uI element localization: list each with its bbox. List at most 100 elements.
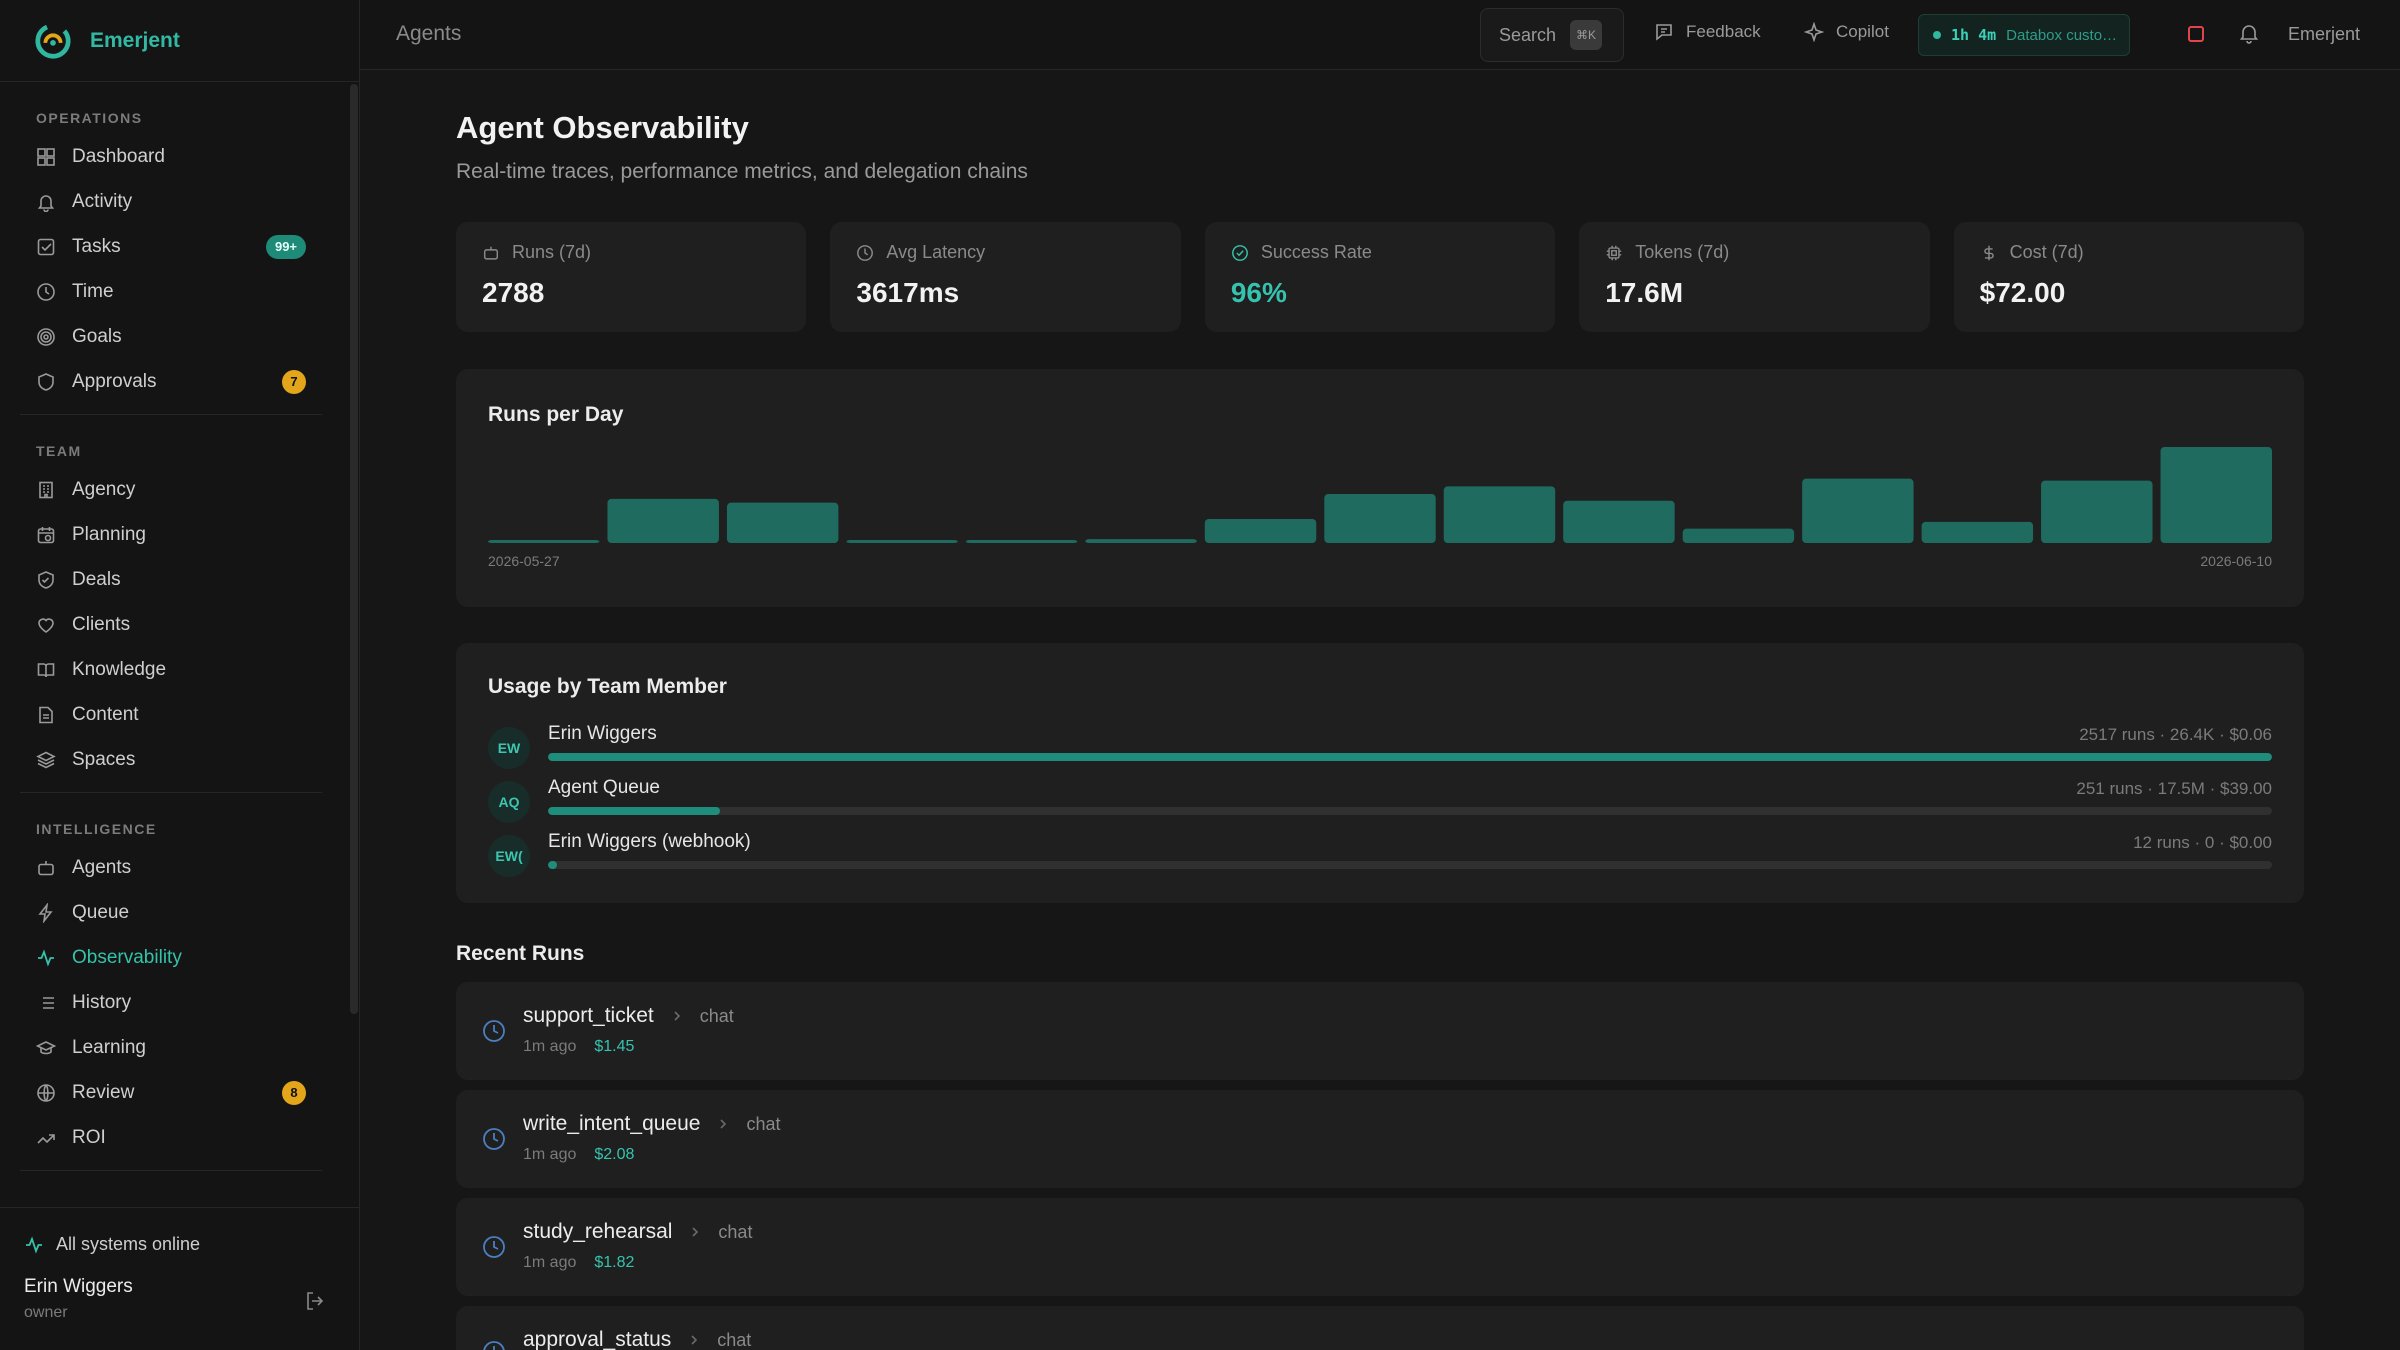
sidebar-item-observability[interactable]: Observability (0, 935, 350, 980)
sidebar-item-review[interactable]: Review 8 (0, 1070, 350, 1115)
run-row[interactable]: study_rehearsal chat 1m ago $1.82 (456, 1198, 2304, 1296)
run-row[interactable]: write_intent_queue chat 1m ago $2.08 (456, 1090, 2304, 1188)
chart-bar-2026-06-05[interactable] (1563, 500, 1675, 543)
stat-label: Runs (7d) (512, 242, 592, 262)
chart-bar-2026-06-08[interactable] (1921, 521, 2034, 543)
chart-bar-2026-06-06[interactable] (1682, 528, 1795, 543)
message-square-icon (1656, 24, 1672, 41)
member-row[interactable]: EW( Erin Wiggers (webhook) 12 runs · 0 ·… (488, 831, 2272, 879)
sidebar-item-spaces[interactable]: Spaces (0, 737, 350, 782)
chevron-right-icon (691, 1335, 698, 1345)
running-timer[interactable]: 1h 4m Databox custom m... (1918, 14, 2130, 56)
layers-icon (36, 751, 56, 768)
chart-bar-2026-06-10[interactable] (2160, 447, 2272, 543)
nav-section-title: INTELLIGENCE (36, 821, 157, 837)
member-name: Erin Wiggers (webhook) (548, 831, 751, 852)
clock-icon (483, 1341, 505, 1350)
brand[interactable]: Emerjent (0, 0, 359, 82)
chart-title: Runs per Day (488, 403, 624, 426)
chart-bar-2026-06-03[interactable] (1324, 494, 1436, 543)
chart-bar-2026-05-30[interactable] (846, 540, 958, 543)
sidebar-item-clients[interactable]: Clients (0, 602, 350, 647)
member-row[interactable]: EW Erin Wiggers 2517 runs · 26.4K · $0.0… (488, 723, 2272, 771)
sidebar-scrollbar[interactable] (350, 84, 358, 1014)
notifications-bell-icon[interactable] (2238, 22, 2260, 44)
sidebar-item-approvals[interactable]: Approvals 7 (0, 359, 350, 404)
user-name: Erin Wiggers (24, 1276, 133, 1297)
stat-value: 2788 (482, 277, 545, 308)
feedback-button[interactable]: Feedback (1654, 22, 1761, 42)
handshake-icon (38, 570, 54, 589)
chart-bar-2026-05-28[interactable] (607, 498, 719, 543)
search-shortcut: ⌘K (1570, 20, 1603, 50)
avatar: EW( (488, 835, 530, 877)
stat-card-runs: Runs (7d) 2788 (456, 222, 807, 332)
member-stats: 12 runs · 0 · $0.00 (2133, 833, 2272, 852)
chart-bar-2026-06-07[interactable] (1802, 478, 1914, 543)
sidebar-item-label: Queue (72, 901, 130, 923)
runs-per-day-card: Runs per Day 2026-05-27 2026-06-10 (456, 369, 2304, 607)
run-name: approval_status (523, 1328, 672, 1350)
sidebar-item-label: ROI (72, 1126, 106, 1148)
sidebar-item-label: Approvals (72, 370, 157, 392)
sidebar-item-label: History (72, 991, 132, 1013)
sidebar-item-content[interactable]: Content (0, 692, 350, 737)
sidebar-item-queue[interactable]: Queue (0, 890, 350, 935)
sidebar-item-dashboard[interactable]: Dashboard (0, 134, 350, 179)
sidebar-item-goals[interactable]: Goals (0, 314, 350, 359)
copilot-button[interactable]: Copilot (1804, 22, 1889, 42)
dollar-icon (1983, 245, 1994, 260)
stop-timer-button[interactable] (2188, 26, 2204, 42)
chart-bar-2026-06-02[interactable] (1204, 519, 1317, 543)
bell-icon (37, 194, 55, 212)
sidebar-item-knowledge[interactable]: Knowledge (0, 647, 350, 692)
heart-icon (38, 617, 54, 633)
run-cost: $2.08 (594, 1146, 635, 1163)
sidebar-item-planning[interactable]: Planning (0, 512, 350, 557)
chart-bar-2026-06-04[interactable] (1443, 486, 1556, 543)
member-usage-track (548, 753, 2272, 761)
breadcrumb[interactable]: Agents (396, 22, 461, 46)
sidebar-item-history[interactable]: History (0, 980, 350, 1025)
run-name: study_rehearsal (523, 1220, 673, 1243)
timer-dot (1933, 31, 1941, 39)
clock-icon (483, 1128, 505, 1150)
sidebar-item-tasks[interactable]: Tasks 99+ (0, 224, 350, 269)
chart-bar-2026-05-31[interactable] (965, 540, 1078, 543)
org-switcher[interactable]: Emerjent (2288, 24, 2360, 45)
chip-icon (1607, 245, 1622, 260)
sidebar-item-agency[interactable]: Agency (0, 467, 350, 512)
chart-bar-2026-06-01[interactable] (1085, 539, 1197, 543)
logout-icon[interactable] (304, 1290, 326, 1312)
usage-by-member-card: Usage by Team Member EW Erin Wiggers 251… (456, 643, 2304, 903)
chevron-right-icon (720, 1119, 727, 1129)
run-time-ago: 1m ago (523, 1254, 577, 1271)
sidebar-item-roi[interactable]: ROI (0, 1115, 350, 1160)
member-row[interactable]: AQ Agent Queue 251 runs · 17.5M · $39.00 (488, 777, 2272, 825)
sidebar-item-agents[interactable]: Agents (0, 845, 350, 890)
activity-icon (26, 1235, 42, 1254)
checkbox-icon (37, 238, 55, 255)
chart-bar-2026-06-09[interactable] (2041, 480, 2153, 543)
member-usage-track (548, 807, 2272, 815)
run-row[interactable]: support_ticket chat 1m ago $1.45 (456, 982, 2304, 1080)
run-row[interactable]: approval_status chat (456, 1306, 2304, 1350)
run-type: chat (746, 1113, 781, 1134)
run-name: write_intent_queue (523, 1112, 701, 1135)
runs-per-day-chart (488, 447, 2272, 543)
book-icon (37, 662, 55, 677)
user-role: owner (24, 1304, 68, 1321)
sidebar-item-label: Activity (72, 190, 133, 212)
page-title: Agent Observability (456, 110, 749, 145)
sidebar-item-activity[interactable]: Activity (0, 179, 350, 224)
sidebar-item-learning[interactable]: Learning (0, 1025, 350, 1070)
bot-icon (483, 246, 499, 260)
stat-card-latency: Avg Latency 3617ms (830, 222, 1181, 332)
stats-row: Runs (7d) 2788 Avg Latency 3617ms Succes… (456, 222, 2305, 332)
sidebar-item-time[interactable]: Time (0, 269, 350, 314)
chart-bar-2026-05-27[interactable] (488, 540, 600, 543)
search-button[interactable]: Search ⌘K (1480, 8, 1624, 62)
chart-bar-2026-05-29[interactable] (726, 502, 839, 543)
globe-icon (37, 1083, 55, 1102)
sidebar-item-deals[interactable]: Deals (0, 557, 350, 602)
